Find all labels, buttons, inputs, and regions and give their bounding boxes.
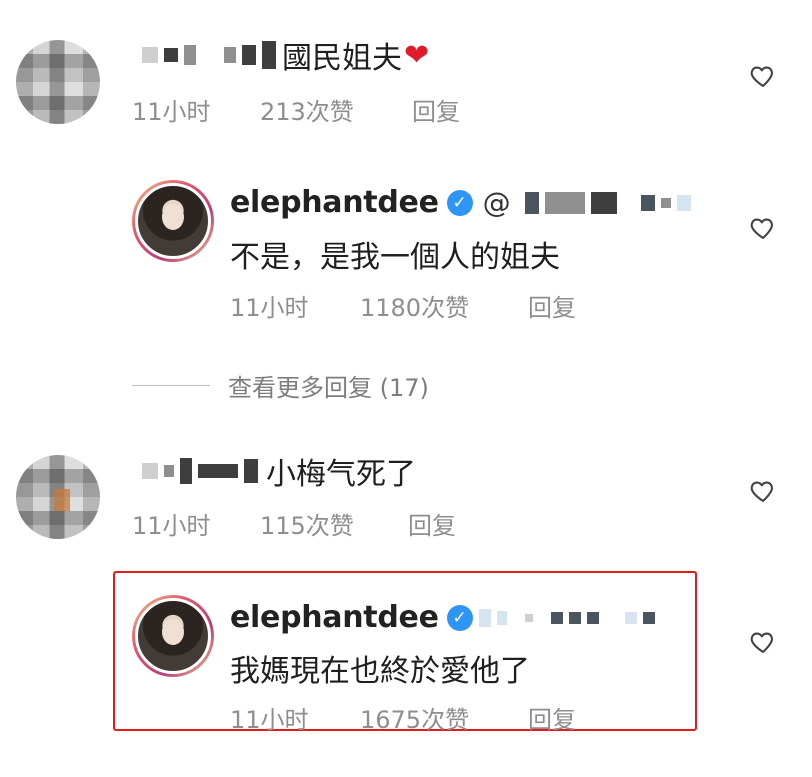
blurred-mention [586, 611, 599, 624]
avatar[interactable] [16, 40, 100, 124]
reply-button[interactable]: 回复 [528, 700, 576, 735]
blurred-username [262, 41, 276, 69]
verified-badge-icon: ✓ [446, 189, 473, 216]
avatar[interactable] [16, 455, 100, 539]
blurred-username [244, 459, 258, 483]
timestamp: 11小时 [230, 294, 309, 322]
blurred-mention [660, 197, 671, 208]
blurred-username [184, 45, 196, 65]
like-count[interactable]: 115次赞 [260, 506, 408, 541]
blurred-mention [590, 191, 617, 214]
like-count[interactable]: 213次赞 [260, 92, 412, 127]
blurred-username [142, 463, 158, 479]
like-count[interactable]: 1180次赞 [360, 288, 528, 323]
comment-text: 我媽現在也終於愛他了 [230, 654, 530, 689]
comment-meta: 11小时 115次赞 回复 [132, 506, 456, 541]
verified-badge-icon: ✓ [446, 604, 473, 631]
comment-meta: 11小时 213次赞 回复 [132, 92, 460, 127]
heart-outline-icon[interactable] [749, 628, 777, 656]
comment-header: 小梅气死了 [142, 449, 416, 493]
blurred-mention [624, 611, 637, 624]
reply-button[interactable]: 回复 [528, 288, 576, 323]
heart-outline-icon[interactable] [749, 214, 777, 242]
blurred-username [164, 465, 174, 477]
blurred-username [242, 45, 256, 65]
blurred-username [164, 48, 178, 62]
comment-meta: 11小时 1180次赞 回复 [230, 288, 576, 323]
blurred-mention [524, 191, 539, 214]
like-count[interactable]: 1675次赞 [360, 700, 528, 735]
blurred-mention [478, 608, 491, 627]
mention[interactable]: @ [483, 186, 511, 219]
comment-text: 不是，是我一個人的姐夫 [230, 240, 560, 275]
comment-header: elephantdee ✓ @ [230, 185, 697, 220]
blurred-mention [640, 194, 655, 211]
comment-meta: 11小时 1675次赞 回复 [230, 700, 576, 735]
comment-text: 國民姐夫 [282, 41, 402, 76]
comment-header: 國民姐夫 ❤ [142, 33, 429, 77]
heart-outline-icon[interactable] [749, 477, 777, 505]
avatar[interactable] [132, 595, 214, 677]
reply-button[interactable]: 回复 [412, 92, 460, 127]
avatar[interactable] [132, 180, 214, 262]
comment-header: elephantdee ✓ [230, 600, 661, 635]
comment-body: 不是，是我一個人的姐夫 [230, 232, 560, 276]
heart-emoji: ❤ [404, 37, 430, 73]
heart-outline-icon[interactable] [749, 62, 777, 90]
timestamp: 11小时 [132, 98, 211, 126]
view-more-replies[interactable]: 查看更多回复 (17) [132, 368, 429, 403]
divider [132, 385, 210, 386]
comment-body: 我媽現在也終於愛他了 [230, 646, 530, 690]
blurred-mention [544, 191, 585, 214]
blurred-username [142, 47, 158, 63]
blurred-username [224, 47, 236, 63]
blurred-mention [550, 611, 563, 624]
blurred-username [180, 458, 192, 484]
timestamp: 11小时 [132, 512, 211, 540]
timestamp: 11小时 [230, 706, 309, 734]
blurred-username [198, 464, 238, 478]
view-more-label[interactable]: 查看更多回复 (17) [228, 368, 429, 403]
blurred-mention [568, 611, 581, 624]
username[interactable]: elephantdee [230, 600, 439, 635]
blurred-mention [524, 613, 533, 622]
blurred-mention [642, 611, 655, 624]
comment-text: 小梅气死了 [266, 457, 416, 492]
reply-button[interactable]: 回复 [408, 506, 456, 541]
username[interactable]: elephantdee [230, 185, 439, 220]
blurred-mention [676, 194, 691, 211]
blurred-mention [496, 610, 507, 625]
